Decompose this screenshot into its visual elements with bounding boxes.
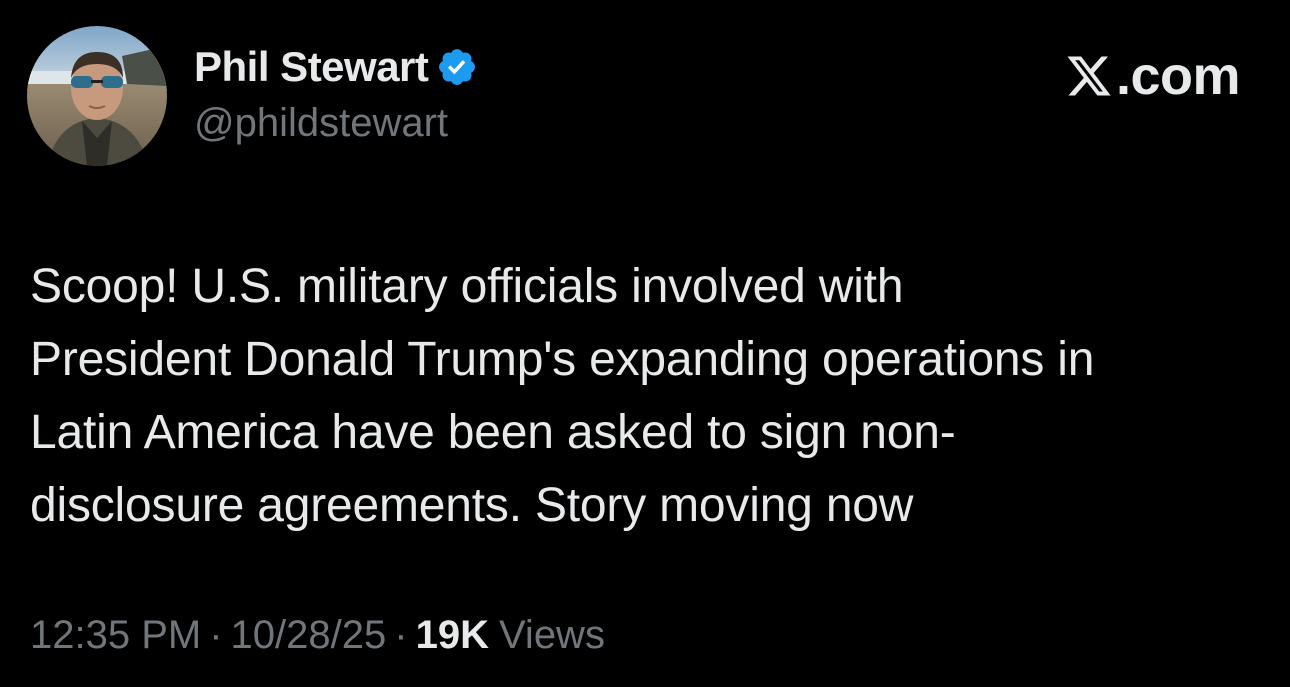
tweet-meta: 12:35 PM · 10/28/25 · 19K Views	[30, 613, 605, 658]
avatar[interactable]	[27, 26, 167, 166]
author-display-name[interactable]: Phil Stewart	[194, 43, 429, 91]
tweet-text-line: President Donald Trump's expanding opera…	[30, 333, 1095, 386]
views-label: Views	[498, 613, 605, 657]
tweet-text-line: Latin America have been asked to sign no…	[30, 406, 956, 459]
views-count: 19K	[415, 613, 489, 657]
tweet-text-line: disclosure agreements. Story moving now	[30, 479, 914, 532]
avatar-photo	[27, 26, 167, 166]
tweet-date[interactable]: 10/28/25	[231, 613, 387, 658]
meta-separator: ·	[394, 613, 408, 657]
brand-logo: .com	[1064, 46, 1241, 106]
tweet-text-line: Scoop! U.S. military officials involved …	[30, 260, 904, 313]
author-name-row: Phil Stewart	[194, 40, 478, 94]
brand-domain-label: .com	[1115, 46, 1241, 106]
author-handle[interactable]: @phildstewart	[194, 101, 448, 146]
x-logo-icon	[1064, 52, 1114, 100]
meta-separator: ·	[209, 613, 223, 657]
verified-badge-icon	[436, 46, 478, 88]
tweet-time[interactable]: 12:35 PM	[30, 613, 201, 658]
tweet-text: Scoop! U.S. military officials involved …	[30, 250, 1270, 542]
